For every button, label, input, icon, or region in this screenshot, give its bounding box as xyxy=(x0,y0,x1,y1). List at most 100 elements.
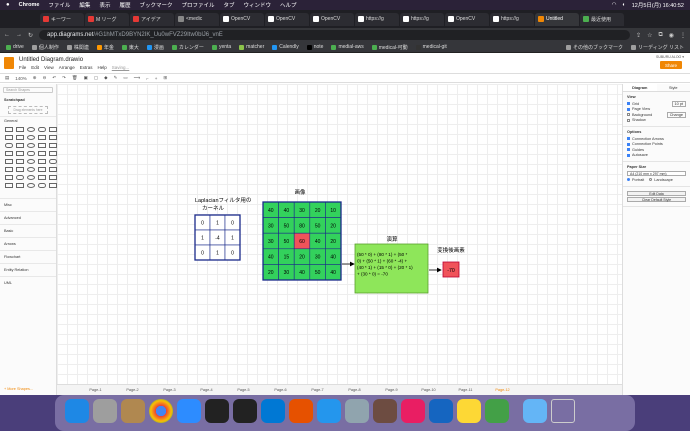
shape-item[interactable] xyxy=(38,175,46,180)
zoom-in-icon[interactable]: ⊕ xyxy=(33,75,37,81)
control-center-icon[interactable]: ◐ xyxy=(622,2,625,8)
shape-item[interactable] xyxy=(5,127,13,132)
shape-item[interactable] xyxy=(27,135,35,140)
shape-item[interactable] xyxy=(16,127,24,132)
chrome-icon[interactable] xyxy=(149,399,173,423)
tab-diagram[interactable]: Diagram xyxy=(623,84,657,91)
bookmark-item[interactable]: drive xyxy=(6,44,24,50)
wifi-icon[interactable]: ◠ xyxy=(612,2,617,8)
notes-icon[interactable] xyxy=(121,399,145,423)
menu-item[interactable]: ファイル xyxy=(48,1,70,9)
shape-item[interactable] xyxy=(38,159,46,164)
more-shapes-link[interactable]: + More Shapes... xyxy=(4,387,33,391)
browser-tab[interactable]: M リーグ xyxy=(85,12,129,26)
drawio-desktop-icon[interactable] xyxy=(485,399,509,423)
redo-icon[interactable]: ↷ xyxy=(62,75,66,81)
browser-tab[interactable]: https://g xyxy=(490,12,534,26)
shape-item[interactable] xyxy=(27,183,35,188)
shape-item[interactable] xyxy=(49,135,57,140)
page-tab[interactable]: Page-9 xyxy=(373,388,410,392)
clear-default-style-button[interactable]: Clear Default Style xyxy=(627,196,686,202)
menu-view[interactable]: View xyxy=(44,65,54,70)
shape-item[interactable] xyxy=(49,159,57,164)
to-back-icon[interactable]: ▢ xyxy=(94,75,98,81)
bookmark-item[interactable]: カレンダー xyxy=(171,44,204,51)
bookmark-item[interactable]: yenta xyxy=(211,44,231,50)
shape-item[interactable] xyxy=(16,151,24,156)
scratchpad-dropzone[interactable]: Drag elements here xyxy=(8,106,48,114)
shape-item[interactable] xyxy=(27,167,35,172)
browser-tab[interactable]: https://g xyxy=(400,12,444,26)
slack-icon[interactable] xyxy=(401,399,425,423)
sql-icon[interactable] xyxy=(457,399,481,423)
shape-item[interactable] xyxy=(16,183,24,188)
bookmark-item[interactable]: その他のブックマーク xyxy=(565,44,623,51)
shape-section[interactable]: Basic xyxy=(0,224,56,237)
shape-item[interactable] xyxy=(27,159,35,164)
section-general[interactable]: General xyxy=(0,116,56,125)
tab-style[interactable]: Style xyxy=(657,84,690,91)
menu-help[interactable]: Help xyxy=(98,65,107,70)
terminal-2-icon[interactable] xyxy=(233,399,257,423)
shape-item[interactable] xyxy=(16,167,24,172)
browser-tab[interactable]: https://g xyxy=(355,12,399,26)
apple-icon[interactable]: ● xyxy=(6,2,10,8)
browser-tab[interactable]: OpenCV xyxy=(445,12,489,26)
preview-icon[interactable] xyxy=(345,399,369,423)
edit-data-button[interactable]: Edit Data xyxy=(627,190,686,196)
format-panel-icon[interactable]: ▤ xyxy=(5,75,9,81)
page-tab[interactable]: Page-5 xyxy=(225,388,262,392)
undo-icon[interactable]: ↶ xyxy=(52,75,56,81)
browser-tab[interactable]: <medic xyxy=(175,12,219,26)
trash-icon[interactable] xyxy=(551,399,575,423)
portrait-radio[interactable] xyxy=(627,178,630,182)
monitor-icon[interactable] xyxy=(289,399,313,423)
menu-extras[interactable]: Extras xyxy=(80,65,93,70)
bookmark-item[interactable]: 年金 xyxy=(96,44,114,51)
browser-tab[interactable]: アイデア xyxy=(130,12,174,26)
extensions-icon[interactable]: ⧉ xyxy=(658,32,662,39)
page-tab[interactable]: Page-8 xyxy=(336,388,373,392)
image-grid[interactable]: 40 40 30 20 10 30 50 80 50 20 30 50 60 40 20 40 15 20 30 40… xyxy=(262,201,342,281)
shape-section[interactable]: Flowchart xyxy=(0,250,56,263)
screenshot-icon[interactable] xyxy=(523,399,547,423)
reload-icon[interactable]: ↻ xyxy=(28,32,33,39)
bookmark-item[interactable]: 漫画 xyxy=(146,44,164,51)
bookmark-item[interactable]: medial-aws xyxy=(331,44,364,50)
menu-item[interactable]: プロファイル xyxy=(181,1,214,9)
connection-icon[interactable]: ⟶ xyxy=(134,75,140,81)
shape-item[interactable] xyxy=(49,167,57,172)
change-background-button[interactable]: Change xyxy=(666,111,686,118)
shape-item[interactable] xyxy=(5,151,13,156)
shape-item[interactable] xyxy=(27,127,35,132)
menu-edit[interactable]: Edit xyxy=(31,65,39,70)
shape-item[interactable] xyxy=(16,135,24,140)
line-color-icon[interactable]: ✎ xyxy=(114,75,118,81)
url-field[interactable]: app.diagrams.net/#G1hMTxD9BYN2IK_Uu0wFVZ… xyxy=(39,30,631,40)
browser-tab[interactable]: OpenCV xyxy=(310,12,354,26)
to-front-icon[interactable]: ▣ xyxy=(84,75,88,81)
page-tab[interactable]: Page-12 xyxy=(484,388,521,392)
shape-item[interactable] xyxy=(49,175,57,180)
menu-item[interactable]: 編集 xyxy=(79,1,90,9)
shape-item[interactable] xyxy=(16,159,24,164)
page-tab[interactable]: Page-10 xyxy=(410,388,447,392)
browser-tab[interactable]: Untitled xyxy=(535,12,579,26)
browser-tab[interactable]: 最近使用 xyxy=(580,12,624,26)
terminal-icon[interactable] xyxy=(205,399,229,423)
shape-item[interactable] xyxy=(38,151,46,156)
table-icon[interactable]: ⊞ xyxy=(163,75,167,81)
back-icon[interactable]: ← xyxy=(4,32,10,38)
settings-icon[interactable] xyxy=(93,399,117,423)
shape-item[interactable] xyxy=(38,135,46,140)
diagram-canvas[interactable]: Laplacianフィルタ用の カーネル 0 1 0 1 -4 1 0 1 0 画像 40 40 3… xyxy=(57,84,622,384)
page-tab[interactable]: Page-11 xyxy=(447,388,484,392)
shadow-option[interactable]: Shadow xyxy=(627,118,686,124)
landscape-radio[interactable] xyxy=(649,178,653,182)
page-tab[interactable]: Page-7 xyxy=(299,388,336,392)
shape-item[interactable] xyxy=(16,143,24,148)
menu-arrange[interactable]: Arrange xyxy=(59,65,75,70)
shape-item[interactable] xyxy=(5,167,13,172)
page-tab[interactable]: Page-2 xyxy=(114,388,151,392)
browser-tab[interactable]: OpenCV xyxy=(220,12,264,26)
